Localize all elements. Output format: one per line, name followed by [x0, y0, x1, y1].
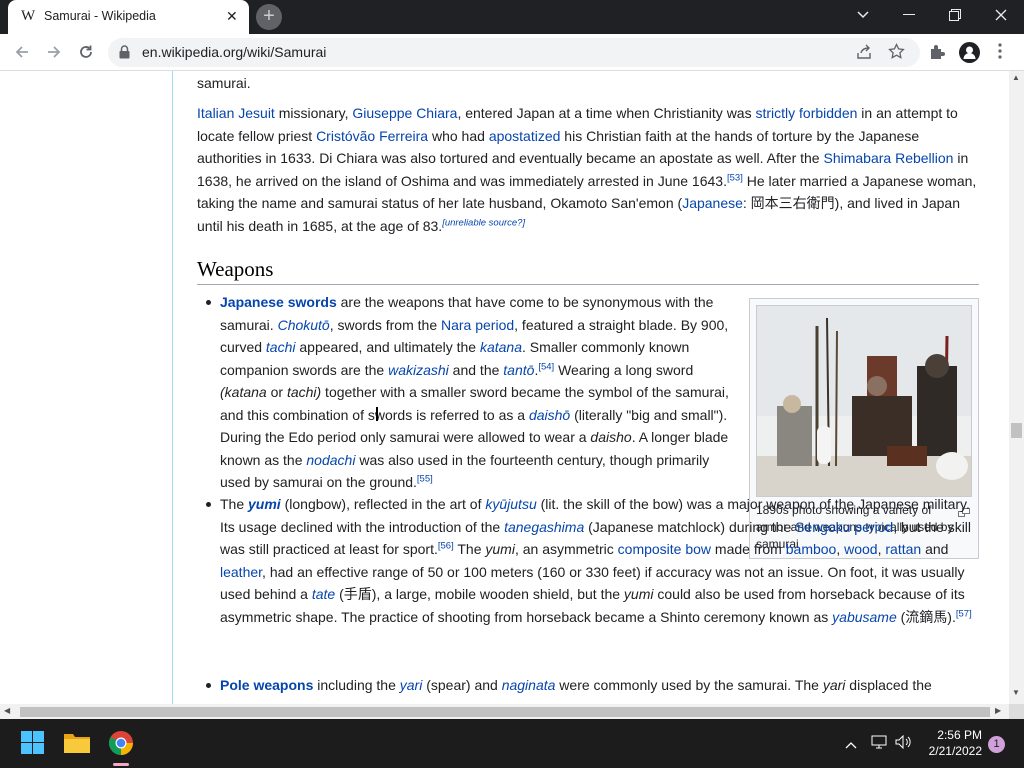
link-japanese-swords[interactable]: Japanese swords — [220, 294, 337, 310]
minimize-button[interactable] — [886, 0, 932, 30]
list-bullet — [206, 502, 211, 507]
link-tanegashima[interactable]: tanegashima — [504, 519, 584, 535]
link-tate[interactable]: tate — [312, 586, 335, 602]
horizontal-scroll-thumb[interactable] — [20, 707, 990, 717]
bookmark-star-icon[interactable] — [888, 42, 905, 65]
link-yumi[interactable]: yumi — [248, 496, 281, 512]
page-viewport: samurai. Italian Jesuit missionary, Gius… — [0, 71, 1009, 704]
browser-menu-icon[interactable] — [998, 43, 1002, 64]
link-composite-bow[interactable]: composite bow — [618, 541, 711, 557]
address-bar[interactable]: en.wikipedia.org/wiki/Samurai — [108, 38, 920, 67]
link-wood[interactable]: wood — [844, 541, 877, 557]
file-explorer-icon[interactable] — [64, 731, 90, 758]
volume-icon[interactable] — [895, 734, 912, 754]
link-bamboo[interactable]: bamboo — [786, 541, 837, 557]
reload-icon[interactable] — [74, 40, 98, 64]
lock-icon[interactable] — [119, 45, 130, 64]
citation-57[interactable]: [57] — [956, 608, 972, 619]
citation-55[interactable]: [55] — [417, 473, 433, 484]
citation-53[interactable]: [53] — [727, 172, 743, 183]
scroll-right-arrow-icon[interactable]: ▶ — [995, 706, 1001, 715]
back-arrow-icon[interactable] — [10, 40, 34, 64]
link-leather[interactable]: leather — [220, 564, 262, 580]
paragraph-chiara: Italian Jesuit missionary, Giuseppe Chia… — [197, 105, 977, 234]
new-tab-button[interactable]: + — [256, 4, 282, 30]
vertical-scroll-thumb[interactable] — [1011, 423, 1022, 438]
link-jesuit[interactable]: Jesuit — [238, 105, 275, 121]
list-bullet — [206, 683, 211, 688]
citation-56[interactable]: [56] — [438, 540, 454, 551]
link-daisho[interactable]: daishō — [529, 407, 570, 423]
chrome-active-indicator — [113, 763, 129, 766]
link-naginata[interactable]: naginata — [502, 677, 556, 693]
citation-54[interactable]: [54] — [538, 361, 554, 372]
tab-close-icon[interactable]: ✕ — [226, 8, 238, 25]
profile-avatar-icon[interactable] — [959, 42, 980, 63]
link-cristovao-ferreira[interactable]: Cristóvão Ferreira — [316, 128, 428, 144]
link-giuseppe-chiara[interactable]: Giuseppe Chiara — [352, 105, 457, 121]
list-item-japanese-swords: Japanese swords are the weapons that hav… — [220, 294, 729, 490]
restore-button[interactable] — [932, 0, 978, 30]
tab-title: Samurai - Wikipedia — [44, 9, 156, 23]
link-sengoku-period[interactable]: Sengoku period — [795, 519, 893, 535]
horizontal-scrollbar[interactable]: ◀ ▶ — [0, 704, 1009, 719]
link-kyujutsu[interactable]: kyūjutsu — [485, 496, 536, 512]
close-window-button[interactable] — [978, 0, 1024, 30]
browser-toolbar: en.wikipedia.org/wiki/Samurai — [0, 34, 1024, 71]
scroll-up-arrow-icon[interactable]: ▲ — [1012, 73, 1020, 82]
link-nodachi[interactable]: nodachi — [306, 452, 355, 468]
unreliable-source-tag[interactable]: [unreliable source?] — [442, 217, 525, 228]
tab-samurai-wikipedia[interactable]: W Samurai - Wikipedia ✕ — [8, 0, 249, 34]
samurai-armor-photo[interactable] — [756, 305, 972, 497]
extensions-puzzle-icon[interactable] — [928, 43, 946, 66]
link-yari[interactable]: yari — [400, 677, 423, 693]
link-shimabara-rebellion[interactable]: Shimabara Rebellion — [823, 150, 953, 166]
vertical-scrollbar[interactable]: ▲ ▼ — [1009, 71, 1024, 704]
scroll-down-arrow-icon[interactable]: ▼ — [1012, 688, 1020, 697]
link-tachi[interactable]: tachi — [266, 339, 296, 355]
notification-badge[interactable]: 1 — [988, 736, 1005, 753]
list-item-pole-weapons: Pole weapons including the yari (spear) … — [220, 677, 932, 693]
share-icon[interactable] — [856, 44, 872, 65]
show-hidden-icons-chevron-icon[interactable] — [845, 736, 857, 754]
windows-start-icon[interactable] — [21, 731, 44, 759]
link-katana[interactable]: katana — [480, 339, 522, 355]
link-tanto[interactable]: tantō — [503, 362, 534, 378]
link-pole-weapons[interactable]: Pole weapons — [220, 677, 313, 693]
link-wakizashi[interactable]: wakizashi — [388, 362, 449, 378]
clock-time: 2:56 PM — [937, 728, 982, 742]
forward-arrow-icon[interactable] — [42, 40, 66, 64]
link-apostatized[interactable]: apostatized — [489, 128, 561, 144]
link-yabusame[interactable]: yabusame — [832, 609, 897, 625]
link-japanese[interactable]: Japanese — [682, 195, 743, 211]
tab-search-chevron-icon[interactable] — [840, 0, 886, 30]
link-chokuto[interactable]: Chokutō — [278, 317, 330, 333]
heading-divider — [197, 284, 979, 285]
list-item-yumi: The yumi (longbow), reflected in the art… — [220, 496, 972, 625]
system-clock[interactable]: 2:56 PM 2/21/2022 — [920, 727, 982, 759]
link-italian[interactable]: Italian — [197, 105, 234, 121]
url-text[interactable]: en.wikipedia.org/wiki/Samurai — [142, 44, 326, 60]
scroll-left-arrow-icon[interactable]: ◀ — [4, 706, 10, 715]
windows-taskbar: 2:56 PM 2/21/2022 1 — [0, 719, 1024, 768]
link-rattan[interactable]: rattan — [885, 541, 921, 557]
paragraph-end: samurai. — [197, 75, 251, 91]
network-icon[interactable] — [871, 735, 887, 754]
browser-titlebar: W Samurai - Wikipedia ✕ + — [0, 0, 1024, 34]
scrollbar-corner — [1009, 704, 1024, 719]
chrome-icon[interactable] — [108, 731, 133, 760]
text-cursor-icon — [376, 407, 378, 421]
wikipedia-favicon-icon: W — [21, 8, 36, 24]
link-strictly-forbidden[interactable]: strictly forbidden — [755, 105, 857, 121]
clock-date: 2/21/2022 — [928, 744, 982, 758]
list-bullet — [206, 300, 211, 305]
section-heading-weapons: Weapons — [197, 257, 274, 281]
link-nara-period[interactable]: Nara period — [441, 317, 514, 333]
